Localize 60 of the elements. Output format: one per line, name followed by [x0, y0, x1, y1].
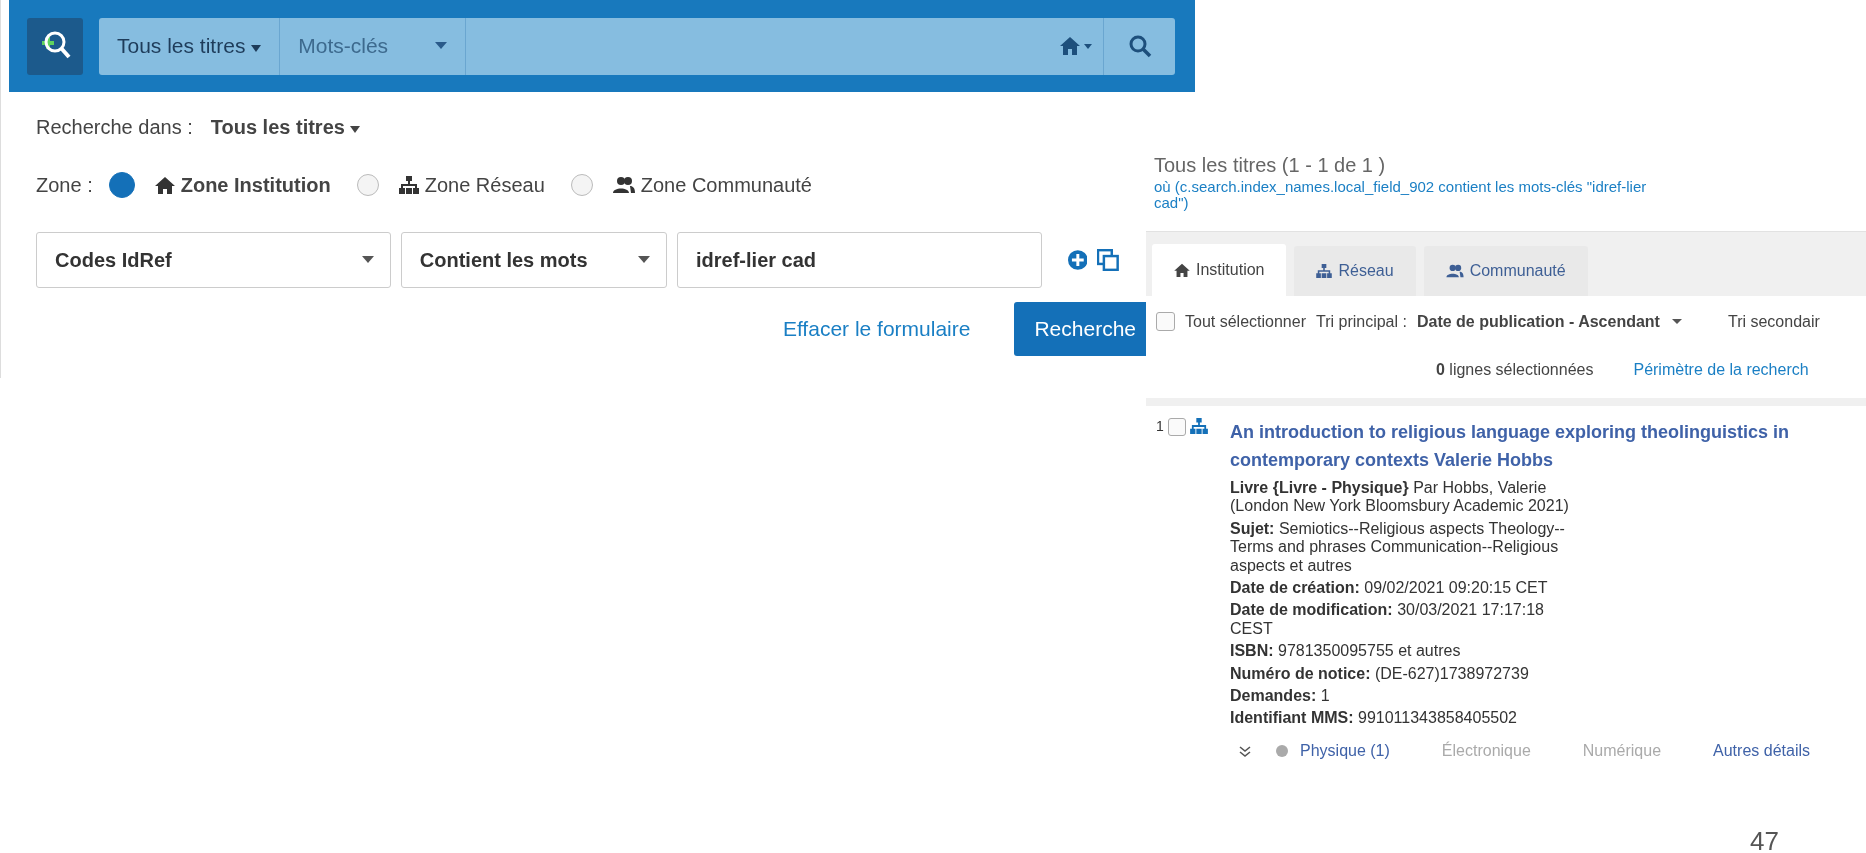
record-detail: Date de création: 09/02/2021 09:20:15 CET — [1230, 579, 1549, 598]
record-detail: ISBN: 9781350095755 et autres — [1230, 642, 1462, 661]
field-dropdown[interactable]: Codes IdRef — [36, 232, 391, 288]
record-detail: Demandes: 1 — [1230, 687, 1331, 706]
search-button[interactable]: Recherche — [1014, 302, 1146, 356]
record-detail: Numéro de notice: (DE-627)1738972739 — [1230, 664, 1530, 683]
caret-icon — [350, 125, 361, 134]
sort-label: Tri principal : — [1315, 312, 1407, 331]
caret-icon — [1671, 318, 1682, 325]
network-icon — [1189, 417, 1208, 434]
clear-form-link[interactable]: Effacer le formulaire — [782, 317, 971, 341]
search-input-field[interactable]: idref-lier cad — [677, 232, 1042, 288]
record-detail: Sujet: Semiotics--Religious aspects Theology--Terms and phrases Communication--Religious aspects et autres — [1230, 519, 1566, 576]
query-text: où (c.search.index_names.local_field_902 contient les mots-clés "idref-lier cad") — [1153, 179, 1648, 211]
zone-option-label[interactable]: Zone Institution — [180, 173, 331, 197]
add-icon[interactable] — [1067, 250, 1088, 270]
record-detail: Livre {Livre - Physique} Par Hobbs, Valerie (London New York Bloomsbury Academic 2021) — [1230, 479, 1570, 516]
caret-icon — [435, 42, 448, 50]
copy-icon[interactable] — [1097, 249, 1119, 271]
zone-label: Zone : — [36, 173, 93, 197]
users-icon — [1445, 263, 1464, 278]
scope-dropdown[interactable]: Tous les titres — [210, 115, 361, 139]
result-number: 1 — [1156, 417, 1164, 434]
home-icon — [154, 176, 175, 194]
secondary-sort-label[interactable]: Tri secondair — [1727, 312, 1820, 331]
caret-icon — [251, 45, 262, 53]
page-number: 47 — [1750, 826, 1779, 853]
network-icon — [398, 176, 419, 194]
result-title-link[interactable]: An introduction to religious language exploring theolinguistics in contemporary contexts Valerie Hobbs — [1230, 417, 1830, 476]
selected-count-text: 0 lignes sélectionnées — [1436, 360, 1594, 379]
status-dot-icon — [1276, 744, 1288, 757]
radio-button[interactable] — [570, 174, 593, 196]
search-scope-link[interactable]: Périmètre de la recherch — [1633, 360, 1809, 379]
zone-option-label[interactable]: Zone Communauté — [640, 173, 812, 197]
caret-icon — [361, 256, 374, 264]
scope-label: Recherche dans : — [36, 115, 193, 139]
search-bar[interactable]: Tous les titres Mots-clés — [99, 17, 1175, 75]
radio-button[interactable] — [108, 172, 135, 198]
record-detail: Date de modification: 30/03/2021 17:17:18 CEST — [1230, 601, 1545, 639]
home-icon — [1174, 262, 1190, 277]
scope-dropdown[interactable]: Tous les titres — [99, 17, 281, 75]
checkbox[interactable] — [1167, 417, 1186, 436]
caret-icon — [638, 256, 650, 264]
network-icon — [1316, 263, 1333, 278]
checkbox[interactable] — [1156, 312, 1175, 331]
operator-dropdown[interactable]: Contient les mots — [400, 232, 667, 288]
tab[interactable]: Communauté — [1423, 245, 1588, 296]
availability-link[interactable]: Physique (1) — [1300, 741, 1390, 760]
results-title: Tous les titres (1 - 1 de 1 ) — [1153, 154, 1387, 177]
radio-button[interactable] — [356, 174, 379, 196]
tab[interactable]: Institution — [1152, 243, 1287, 296]
expand-icon[interactable] — [1238, 743, 1252, 758]
sort-dropdown[interactable]: Date de publication - Ascendant — [1416, 312, 1682, 331]
search-logo-icon[interactable] — [27, 17, 83, 75]
users-icon — [612, 176, 635, 194]
tab[interactable]: Réseau — [1294, 245, 1416, 296]
select-all-label[interactable]: Tout sélectionner — [1185, 312, 1306, 331]
availability-link[interactable]: Autres détails — [1713, 741, 1810, 760]
zone-option-label[interactable]: Zone Réseau — [424, 173, 545, 197]
record-detail: Identifiant MMS: 991011343858405502 — [1230, 709, 1518, 728]
